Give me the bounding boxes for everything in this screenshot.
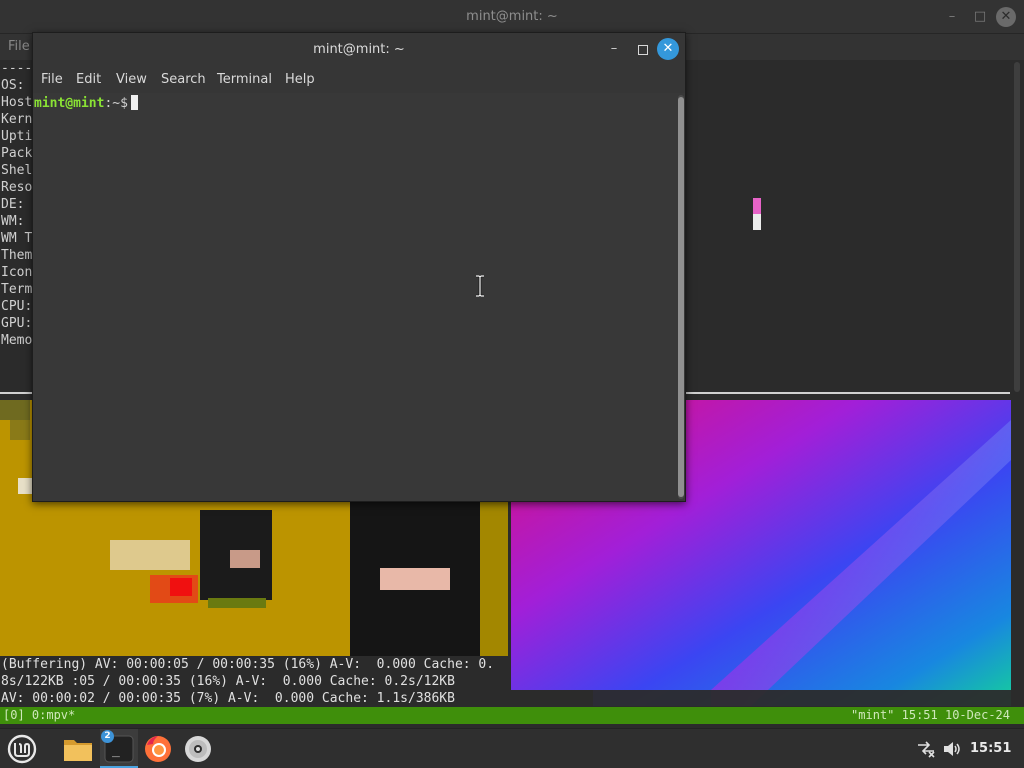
mpv-status-line: 8s/122KB :05 / 00:00:35 (16%) A-V: 0.000… [1, 674, 455, 689]
prompt-path: :~$ [104, 96, 128, 111]
window-count-badge: 2 [101, 730, 114, 743]
background-minimize-button[interactable]: – [942, 7, 962, 27]
minimize-button[interactable]: – [605, 40, 623, 58]
network-disconnected-icon[interactable] [916, 739, 936, 759]
mint-menu-button[interactable] [4, 729, 40, 768]
video-pixel [208, 598, 266, 608]
color-block [753, 214, 761, 230]
mpv-status-line: AV: 00:00:02 / 00:00:35 (7%) A-V: 0.000 … [1, 691, 455, 706]
terminal-titlebar[interactable]: mint@mint: ~ – ✕ [33, 33, 685, 67]
firefox-icon [145, 736, 171, 762]
shell-prompt: mint@mint:~$ [34, 95, 138, 111]
mpv-status-line: (Buffering) AV: 00:00:05 / 00:00:35 (16%… [1, 657, 495, 672]
background-maximize-button[interactable]: □ [970, 7, 990, 27]
terminal-task-button[interactable]: _ 2 [100, 729, 138, 768]
prompt-user: mint@mint [34, 96, 105, 111]
menu-search[interactable]: Search [161, 72, 206, 87]
media-launcher[interactable] [180, 729, 216, 768]
background-menu-file[interactable]: File [8, 39, 30, 54]
ibeam-cursor-icon [476, 275, 484, 297]
volume-icon[interactable] [942, 739, 962, 759]
background-window-title: mint@mint: ~ [466, 9, 558, 24]
video-pixel [0, 400, 30, 420]
tmux-host-clock: "mint" 15:51 10-Dec-24 [851, 708, 1010, 722]
maximize-button[interactable] [633, 40, 651, 58]
background-close-button[interactable]: ✕ [996, 7, 1016, 27]
background-window-titlebar[interactable]: mint@mint: ~ – □ ✕ [0, 0, 1024, 34]
background-scrollbar[interactable] [1014, 62, 1020, 392]
video-gap [593, 690, 1011, 706]
menu-edit[interactable]: Edit [76, 72, 101, 87]
files-launcher[interactable] [58, 729, 98, 768]
video-pixel [480, 500, 508, 656]
taskbar: _ 2 15:51 [0, 728, 1024, 768]
menu-view[interactable]: View [116, 72, 147, 87]
text-cursor [130, 95, 138, 110]
terminal-menubar: File Edit View Search Terminal Help [33, 67, 685, 93]
firefox-launcher[interactable] [138, 729, 178, 768]
video-pixel [170, 578, 192, 596]
terminal-scrollbar[interactable] [678, 95, 684, 499]
taskbar-clock[interactable]: 15:51 [970, 741, 1011, 756]
svg-text:_: _ [112, 743, 120, 758]
video-pixel [10, 420, 30, 440]
terminal-body[interactable]: mint@mint:~$ [33, 93, 677, 501]
tmux-window-list[interactable]: [0] 0:mpv* [3, 708, 75, 722]
video-gap [511, 690, 593, 706]
video-pixel [110, 540, 190, 570]
video-pixel [18, 478, 32, 494]
terminal-scrollbar-thumb[interactable] [678, 97, 684, 497]
video-pixel [380, 568, 450, 590]
terminal-title: mint@mint: ~ [313, 42, 405, 57]
close-button[interactable]: ✕ [657, 38, 679, 60]
disc-icon [185, 736, 211, 762]
video-pixel [230, 550, 260, 568]
folder-icon [64, 740, 92, 761]
menu-terminal[interactable]: Terminal [217, 72, 272, 87]
terminal-window[interactable]: mint@mint: ~ – ✕ File Edit View Search T… [32, 32, 686, 502]
menu-file[interactable]: File [41, 72, 63, 87]
mpv-status-output: (Buffering) AV: 00:00:05 / 00:00:35 (16%… [1, 656, 494, 707]
menu-help[interactable]: Help [285, 72, 315, 87]
mint-logo-icon [7, 734, 37, 764]
tmux-status-bar: [0] 0:mpv* "mint" 15:51 10-Dec-24 [0, 707, 1024, 724]
color-block [753, 198, 761, 214]
